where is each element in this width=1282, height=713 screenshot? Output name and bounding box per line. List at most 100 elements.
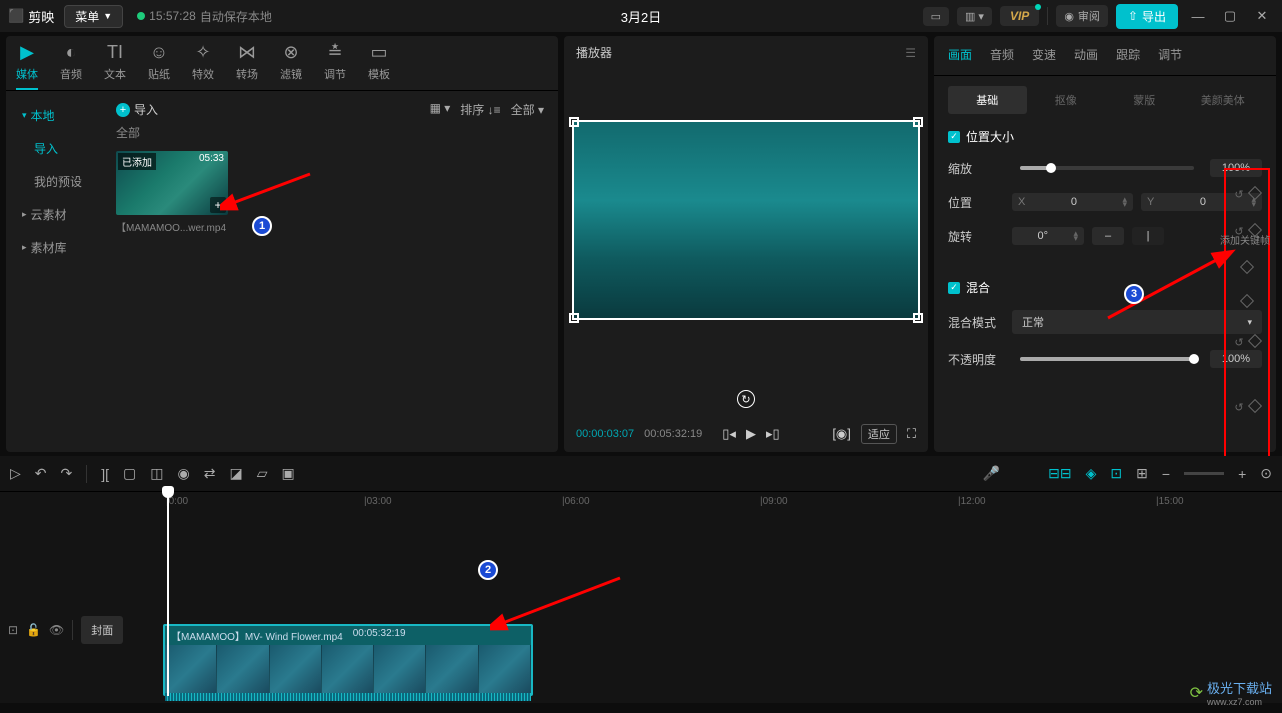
snapshot-tool[interactable]: ▣	[281, 465, 294, 482]
ptab-speed[interactable]: 变速	[1032, 46, 1056, 67]
keyframe-hint: 添加关键帧	[1220, 232, 1270, 247]
sidebar-import[interactable]: 导入	[6, 132, 102, 165]
section-blend[interactable]: ✓ 混合	[948, 279, 1262, 296]
undo-button[interactable]: ↶	[35, 465, 47, 482]
position-x-input[interactable]: X0▴▾	[1012, 193, 1133, 211]
zoom-slider[interactable]	[1184, 472, 1224, 475]
refresh-icon[interactable]: ↻	[737, 390, 755, 408]
mirror-tool[interactable]: ◪	[229, 465, 242, 482]
reset-icon[interactable]: ↺	[1234, 188, 1243, 201]
review-button[interactable]: ◉ 审阅	[1056, 5, 1108, 27]
mic-button[interactable]: 🎤	[983, 465, 1000, 482]
export-button[interactable]: ⇧ 导出	[1116, 4, 1178, 29]
flip-v-button[interactable]: |	[1132, 227, 1164, 245]
reverse-tool[interactable]: ⇄	[204, 465, 216, 482]
crop-tool[interactable]: ◫	[150, 465, 163, 482]
cover-button[interactable]: 封面	[81, 616, 123, 644]
sidebar-local[interactable]: ▾本地	[6, 99, 102, 132]
keyframe-icon[interactable]	[1240, 260, 1254, 274]
link-button[interactable]: ◈	[1086, 465, 1097, 482]
snapshot-button[interactable]: [◉]	[832, 426, 851, 442]
tab-media[interactable]: ▶媒体	[16, 42, 38, 90]
fit-timeline-button[interactable]: ⊙	[1260, 465, 1272, 482]
tab-text[interactable]: TI文本	[104, 42, 126, 90]
section-label: 位置大小	[966, 128, 1014, 145]
track-button[interactable]: ⊞	[1136, 465, 1148, 482]
subtab-cutout[interactable]: 抠像	[1027, 86, 1106, 114]
tab-filter[interactable]: ⊗滤镜	[280, 42, 302, 90]
reset-icon[interactable]: ↺	[1234, 401, 1243, 414]
section-position-size[interactable]: ✓ 位置大小	[948, 128, 1262, 145]
media-thumbnail[interactable]: 已添加 05:33 + 【MAMAMOO...wer.mp4	[116, 151, 228, 234]
sort-button[interactable]: 排序 ↓≡	[460, 101, 500, 118]
checkbox-icon[interactable]: ✓	[948, 282, 960, 294]
magnet-button[interactable]: ⊟⊟	[1048, 465, 1071, 482]
zoom-in-button[interactable]: +	[1238, 466, 1246, 482]
ptab-track[interactable]: 跟踪	[1116, 46, 1140, 67]
flip-h-button[interactable]: –	[1092, 227, 1124, 245]
tab-audio[interactable]: ◐音频	[60, 42, 82, 90]
visibility-button[interactable]: 👁	[49, 623, 64, 637]
ptab-picture[interactable]: 画面	[948, 46, 972, 67]
subtab-basic[interactable]: 基础	[948, 86, 1027, 114]
zoom-out-button[interactable]: −	[1162, 466, 1170, 482]
tab-effect[interactable]: ✧特效	[192, 42, 214, 90]
view-mode-button[interactable]: ▦ ▾	[430, 101, 451, 118]
tab-adjust[interactable]: ≛调节	[324, 42, 346, 90]
add-to-timeline-icon[interactable]: +	[210, 197, 226, 213]
rotate-label: 旋转	[948, 228, 1004, 245]
sidebar-presets[interactable]: 我的预设	[6, 165, 102, 198]
play-button[interactable]: ▶	[746, 426, 756, 442]
next-frame-button[interactable]: ▸▯	[766, 426, 780, 442]
fullscreen-button[interactable]: ⛶	[907, 426, 916, 442]
checkbox-icon[interactable]: ✓	[948, 131, 960, 143]
speed-tool[interactable]: ◉	[178, 465, 190, 482]
layout-btn-2[interactable]: ▥ ▾	[957, 7, 992, 26]
select-tool[interactable]: ▷	[10, 465, 21, 482]
ptab-audio[interactable]: 音频	[990, 46, 1014, 67]
keyframe-icon[interactable]	[1240, 294, 1254, 308]
fit-button[interactable]: 适应	[861, 424, 897, 444]
timeline-ruler[interactable]: |0:00 |03:00 |06:00 |09:00 |12:00 |15:00	[160, 492, 1282, 516]
tab-transition[interactable]: ⋈转场	[236, 42, 258, 90]
ptab-anim[interactable]: 动画	[1074, 46, 1098, 67]
subtab-beauty[interactable]: 美颜美体	[1184, 86, 1263, 114]
sidebar-cloud[interactable]: ▸云素材	[6, 198, 102, 231]
tab-template[interactable]: ▭模板	[368, 42, 390, 90]
timeline-panel: ▷ ↶ ↷ ][ ▢ ◫ ◉ ⇄ ◪ ▱ ▣ 🎤 ⊟⊟ ◈ ⊡ ⊞ − + ⊙ …	[0, 456, 1282, 703]
vip-button[interactable]: VIP	[1000, 6, 1039, 26]
video-clip[interactable]: 【MAMAMOO】MV- Wind Flower.mp4 00:05:32:19	[163, 624, 533, 696]
opacity-slider[interactable]	[1020, 357, 1194, 361]
minimize-button[interactable]: —	[1186, 9, 1210, 24]
reset-icon[interactable]: ↺	[1234, 336, 1243, 349]
preview-button[interactable]: ⊡	[1110, 465, 1122, 482]
menu-button[interactable]: 菜单 ▼	[64, 5, 123, 28]
opacity-label: 不透明度	[948, 351, 1004, 368]
filter-all-button[interactable]: 全部 ▾	[511, 101, 544, 118]
maximize-button[interactable]: ▢	[1218, 8, 1242, 24]
keyframe-icon[interactable]	[1248, 334, 1262, 348]
scale-slider[interactable]	[1020, 166, 1194, 170]
ptab-adjust[interactable]: 调节	[1158, 46, 1182, 67]
delete-tool[interactable]: ▢	[123, 465, 136, 482]
prev-frame-button[interactable]: ▯◂	[722, 426, 736, 442]
playhead[interactable]	[167, 492, 169, 696]
document-title[interactable]: 3月2日	[621, 7, 661, 26]
tab-sticker[interactable]: ☺贴纸	[148, 42, 170, 90]
rotate-input[interactable]: 0°▴▾	[1012, 227, 1084, 245]
split-tool[interactable]: ][	[101, 466, 109, 482]
import-button[interactable]: + 导入	[116, 101, 158, 118]
toggle-button[interactable]: ⊡	[8, 623, 18, 637]
adjust-icon: ≛	[327, 42, 342, 63]
subtab-mask[interactable]: 蒙版	[1105, 86, 1184, 114]
keyframe-icon[interactable]	[1248, 399, 1262, 413]
player-menu-icon[interactable]: ☰	[905, 46, 916, 60]
video-preview[interactable]	[572, 120, 920, 320]
rotate-tool[interactable]: ▱	[257, 465, 268, 482]
layout-btn-1[interactable]: ▭	[923, 7, 949, 26]
lock-button[interactable]: 🔓	[26, 623, 41, 637]
close-button[interactable]: ✕	[1250, 8, 1274, 24]
sidebar-library[interactable]: ▸素材库	[6, 231, 102, 264]
redo-button[interactable]: ↷	[61, 465, 73, 482]
keyframe-icon[interactable]	[1248, 186, 1262, 200]
